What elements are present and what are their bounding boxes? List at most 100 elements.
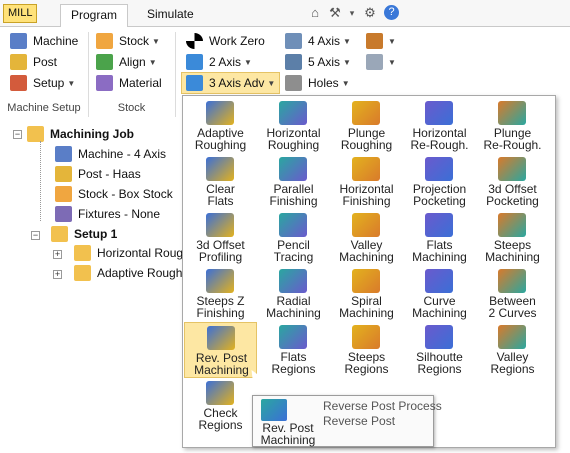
- tooltip: Rev. Post Machining Reverse Post Process…: [252, 395, 442, 447]
- post-icon: [55, 166, 72, 182]
- menu-item-check-regions[interactable]: Check Regions: [184, 378, 257, 434]
- gear-icon[interactable]: ⚙: [362, 5, 378, 21]
- tab-simulate[interactable]: Simulate: [137, 4, 204, 27]
- menu-item-horizontal-roughing[interactable]: Horizontal Roughing: [257, 98, 330, 154]
- menu-item-plunge-roughing[interactable]: Plunge Roughing: [330, 98, 403, 154]
- five-axis-button[interactable]: 5 Axis ▼: [285, 52, 351, 72]
- collapse-toggle[interactable]: −: [13, 130, 22, 139]
- menu-item-3d-offset-profiling[interactable]: 3d Offset Profiling: [184, 210, 257, 266]
- clear-flats-icon: [206, 157, 234, 181]
- tree-item-stock[interactable]: Stock - Box Stock: [55, 185, 173, 203]
- menu-item-clear-flats[interactable]: Clear Flats: [184, 154, 257, 210]
- menu-item-steeps-regions[interactable]: Steeps Regions: [330, 322, 403, 378]
- two-axis-icon: [186, 54, 203, 70]
- flats-machining-icon: [425, 213, 453, 237]
- two-axis-label: 2 Axis: [209, 55, 242, 69]
- tab-program[interactable]: Program: [60, 4, 129, 28]
- align-button[interactable]: Align ▼: [96, 52, 157, 72]
- holes-label: Holes: [308, 76, 339, 90]
- tree-item-label: Fixtures - None: [78, 207, 161, 221]
- pencil-tracing-icon: [279, 213, 307, 237]
- chevron-down-icon[interactable]: ▾: [344, 5, 360, 21]
- menu-item-horizontal-finishing[interactable]: Horizontal Finishing: [330, 154, 403, 210]
- setup-icon: [10, 75, 27, 91]
- plunge-roughing-icon: [352, 101, 380, 125]
- expand-toggle[interactable]: +: [53, 270, 62, 279]
- menu-item-horizontal-rerough[interactable]: Horizontal Re-Rough.: [403, 98, 476, 154]
- stock-button[interactable]: Stock ▼: [96, 31, 160, 51]
- horizontal-roughing-icon: [279, 101, 307, 125]
- menu-item-radial-machining[interactable]: Radial Machining: [257, 266, 330, 322]
- four-axis-button[interactable]: 4 Axis ▼: [285, 31, 351, 51]
- tree-item-adaptive-roughing[interactable]: Adaptive Rough: [74, 264, 182, 282]
- tree-item-machine[interactable]: Machine - 4 Axis: [55, 145, 166, 163]
- work-zero-button[interactable]: Work Zero: [186, 31, 265, 51]
- spiral-machining-icon: [352, 269, 380, 293]
- tree-item-setup[interactable]: Setup 1: [51, 225, 117, 243]
- material-button-label: Material: [119, 76, 162, 90]
- four-axis-label: 4 Axis: [308, 34, 341, 48]
- folder-icon: [74, 265, 91, 281]
- stock-icon: [55, 186, 72, 202]
- silhouette-regions-icon: [425, 325, 453, 349]
- tooltip-description: Reverse Post Process: [323, 399, 442, 413]
- home-icon[interactable]: ⌂: [307, 5, 323, 21]
- job-tree: − Machining Job Machine - 4 Axis Post - …: [0, 121, 185, 453]
- help-icon[interactable]: ?: [384, 5, 399, 20]
- menu-item-valley-machining[interactable]: Valley Machining: [330, 210, 403, 266]
- tree-line: [40, 141, 41, 221]
- menu-item-label: Valley Regions: [490, 350, 535, 376]
- machine-icon: [55, 146, 72, 162]
- menu-item-plunge-rerough[interactable]: Plunge Re-Rough.: [476, 98, 549, 154]
- tree-item-fixtures[interactable]: Fixtures - None: [55, 205, 160, 223]
- menu-item-between-2-curves[interactable]: Between 2 Curves: [476, 266, 549, 322]
- adaptive-roughing-icon: [206, 101, 234, 125]
- menu-item-silhouette-regions[interactable]: Silhoutte Regions: [403, 322, 476, 378]
- stock-button-label: Stock: [119, 34, 150, 48]
- chevron-down-icon: ▼: [388, 57, 396, 67]
- machine-button[interactable]: Machine: [10, 31, 78, 51]
- menu-item-flats-machining[interactable]: Flats Machining: [403, 210, 476, 266]
- hammer-icon[interactable]: ⚒: [327, 5, 343, 21]
- menu-item-projection-pocketing[interactable]: Projection Pocketing: [403, 154, 476, 210]
- ribbon-tabbar: MILL Program Simulate ⌂ ⚒ ▾ ⚙ ?: [0, 0, 570, 28]
- valley-machining-icon: [352, 213, 380, 237]
- menu-item-rev-post-machining[interactable]: Rev. Post Machining: [184, 322, 257, 378]
- align-icon: [96, 54, 113, 70]
- tree-item-machining-job[interactable]: Machining Job: [27, 125, 134, 143]
- tree-item-post[interactable]: Post - Haas: [55, 165, 141, 183]
- menu-item-valley-regions[interactable]: Valley Regions: [476, 322, 549, 378]
- transform-button[interactable]: ▼: [366, 52, 396, 72]
- tooltip-subtitle: Reverse Post: [323, 414, 396, 428]
- tooltip-title: Rev. Post Machining: [260, 421, 316, 447]
- expand-toggle[interactable]: +: [53, 250, 62, 259]
- post-button[interactable]: Post: [10, 52, 57, 72]
- menu-item-flats-regions[interactable]: Flats Regions: [257, 322, 330, 378]
- holes-button[interactable]: Holes ▼: [285, 73, 350, 93]
- menu-item-pencil-tracing[interactable]: Pencil Tracing: [257, 210, 330, 266]
- folder-icon: [74, 245, 91, 261]
- material-button[interactable]: Material: [96, 73, 162, 93]
- three-axis-adv-button[interactable]: 3 Axis Adv ▼: [181, 72, 281, 94]
- menu-item-label: 3d Offset Profiling: [196, 238, 245, 264]
- menu-item-curve-machining[interactable]: Curve Machining: [403, 266, 476, 322]
- tree-item-label: Post - Haas: [78, 167, 141, 181]
- menu-item-label: Horizontal Re-Rough.: [410, 126, 469, 152]
- menu-item-parallel-finishing[interactable]: Parallel Finishing: [257, 154, 330, 210]
- tree-item-horizontal-roughing[interactable]: Horizontal Roug: [74, 244, 183, 262]
- menu-item-steeps-z-finishing[interactable]: Steeps Z Finishing: [184, 266, 257, 322]
- tools-button[interactable]: ▼: [366, 31, 396, 51]
- app-mode-badge[interactable]: MILL: [3, 4, 38, 23]
- three-axis-adv-icon: [186, 75, 203, 91]
- menu-item-3d-offset-pocketing[interactable]: 3d Offset Pocketing: [476, 154, 549, 210]
- menu-item-steeps-machining[interactable]: Steeps Machining: [476, 210, 549, 266]
- chevron-down-icon: ▼: [343, 57, 351, 67]
- tree-item-label: Machining Job: [50, 127, 134, 141]
- collapse-toggle[interactable]: −: [31, 231, 40, 240]
- menu-item-spiral-machining[interactable]: Spiral Machining: [330, 266, 403, 322]
- menu-item-adaptive-roughing[interactable]: Adaptive Roughing: [184, 98, 257, 154]
- two-axis-button[interactable]: 2 Axis ▼: [186, 52, 252, 72]
- valley-regions-icon: [498, 325, 526, 349]
- setup-button[interactable]: Setup ▼: [10, 73, 75, 93]
- menu-item-label: Horizontal Roughing: [266, 126, 321, 152]
